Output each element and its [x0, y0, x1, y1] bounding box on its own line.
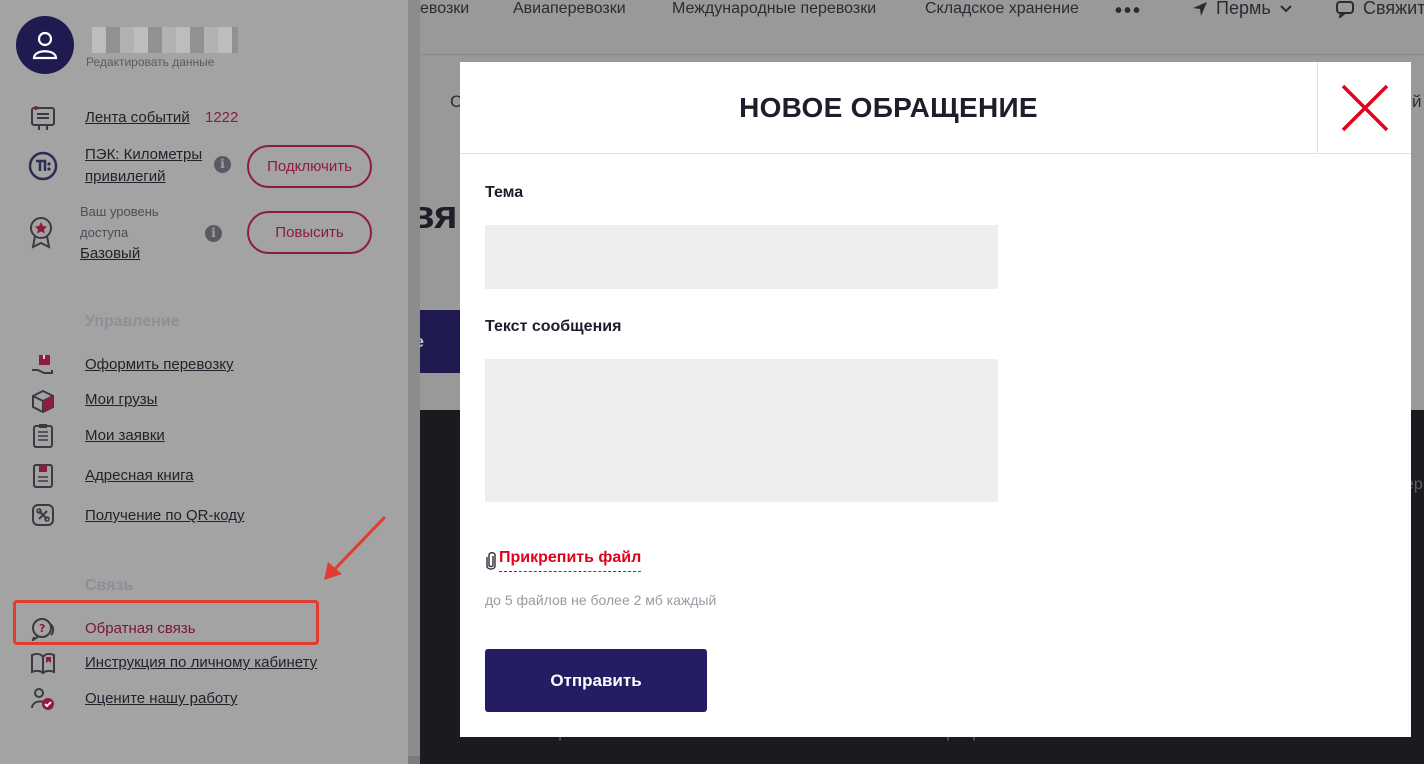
contact-button[interactable]: Свяжит	[1335, 0, 1424, 19]
paperclip-icon	[486, 551, 496, 570]
info-icon[interactable]: i	[214, 156, 231, 173]
submit-button[interactable]: Отправить	[485, 649, 707, 712]
new-request-modal: НОВОЕ ОБРАЩЕНИЕ Тема Текст сообщения При…	[460, 62, 1411, 737]
close-button[interactable]	[1317, 62, 1411, 154]
annotation-arrow-icon	[324, 516, 386, 580]
svg-text:?: ?	[39, 622, 45, 635]
chevron-down-icon	[1280, 4, 1292, 12]
chat-icon	[1336, 0, 1354, 18]
pek-logo-icon	[28, 151, 58, 186]
connect-button[interactable]: Подключить	[247, 145, 372, 188]
instruction-link[interactable]: Инструкция по личному кабинету	[85, 654, 317, 671]
more-menu-button[interactable]: •••	[1115, 0, 1142, 23]
events-count-badge: 1222	[205, 109, 239, 126]
info-icon[interactable]: i	[205, 225, 222, 242]
shipment-create-icon	[30, 352, 56, 381]
address-book-icon	[32, 463, 54, 494]
nav-item-auto[interactable]: евозки	[420, 0, 469, 18]
background-heading: вя	[420, 193, 458, 237]
message-textarea[interactable]	[485, 359, 998, 502]
scrollbar-thumb[interactable]	[408, 0, 420, 756]
attach-file-control[interactable]: Прикрепить файл	[485, 549, 642, 572]
km-privileges-link-line1[interactable]: ПЭК: Километры	[85, 146, 202, 163]
background-tab-fragment-right: й	[1412, 92, 1422, 111]
create-shipment-link[interactable]: Оформить перевозку	[85, 356, 233, 373]
feedback-link[interactable]: Обратная связь	[85, 620, 196, 637]
management-section-title: Управление	[85, 313, 180, 330]
qr-code-icon	[31, 503, 55, 532]
edit-profile-link[interactable]: Редактировать данные	[86, 55, 214, 69]
message-label: Текст сообщения	[485, 318, 622, 335]
km-privileges-link-line2[interactable]: привилегий	[85, 168, 166, 185]
user-icon	[32, 31, 58, 60]
city-selector[interactable]: Пермь	[1192, 0, 1293, 19]
top-navigation: евозки Авиаперевозки Международные перев…	[420, 0, 1424, 55]
upgrade-button[interactable]: Повысить	[247, 211, 372, 254]
attach-hint: до 5 файлов не более 2 мб каждый	[485, 592, 717, 608]
award-badge-icon	[26, 215, 56, 254]
feedback-icon: ?	[30, 617, 56, 646]
topic-label: Тема	[485, 184, 524, 201]
topic-input[interactable]	[485, 225, 998, 289]
nav-item-international[interactable]: Международные перевозки	[672, 0, 876, 18]
account-sidebar: Редактировать данные Лента событий 1222 …	[0, 0, 408, 764]
username-redacted	[92, 27, 238, 53]
events-feed-icon	[28, 103, 58, 138]
rate-us-icon	[30, 686, 56, 717]
nav-item-avia[interactable]: Авиаперевозки	[513, 0, 626, 18]
background-button-label: ие	[420, 332, 424, 351]
qr-code-pickup-link[interactable]: Получение по QR-коду	[85, 507, 245, 524]
avatar[interactable]	[16, 16, 74, 74]
orders-list-icon	[32, 423, 54, 454]
attach-file-link[interactable]: Прикрепить файл	[499, 549, 642, 572]
access-level-value[interactable]: Базовый	[80, 245, 140, 262]
modal-title: НОВОЕ ОБРАЩЕНИЕ	[739, 92, 1038, 123]
address-book-link[interactable]: Адресная книга	[85, 467, 194, 484]
manual-book-icon	[30, 651, 56, 680]
access-level-caption-line2: доступа	[80, 225, 129, 240]
city-name: Пермь	[1216, 0, 1271, 18]
rate-work-link[interactable]: Оцените нашу работу	[85, 690, 237, 707]
my-cargo-link[interactable]: Мои грузы	[85, 391, 157, 408]
modal-header: НОВОЕ ОБРАЩЕНИЕ	[460, 62, 1411, 154]
events-feed-link[interactable]: Лента событий	[85, 109, 190, 126]
nav-item-warehouse[interactable]: Складское хранение	[925, 0, 1079, 18]
my-orders-link[interactable]: Мои заявки	[85, 427, 165, 444]
sidebar-scrollbar[interactable]	[408, 0, 420, 764]
close-icon	[1341, 84, 1388, 132]
cargo-box-icon	[30, 388, 56, 419]
contact-label: Свяжит	[1363, 0, 1424, 18]
access-level-caption-line1: Ваш уровень	[80, 204, 159, 219]
location-arrow-icon	[1193, 1, 1207, 16]
communication-section-title: Связь	[85, 577, 134, 594]
